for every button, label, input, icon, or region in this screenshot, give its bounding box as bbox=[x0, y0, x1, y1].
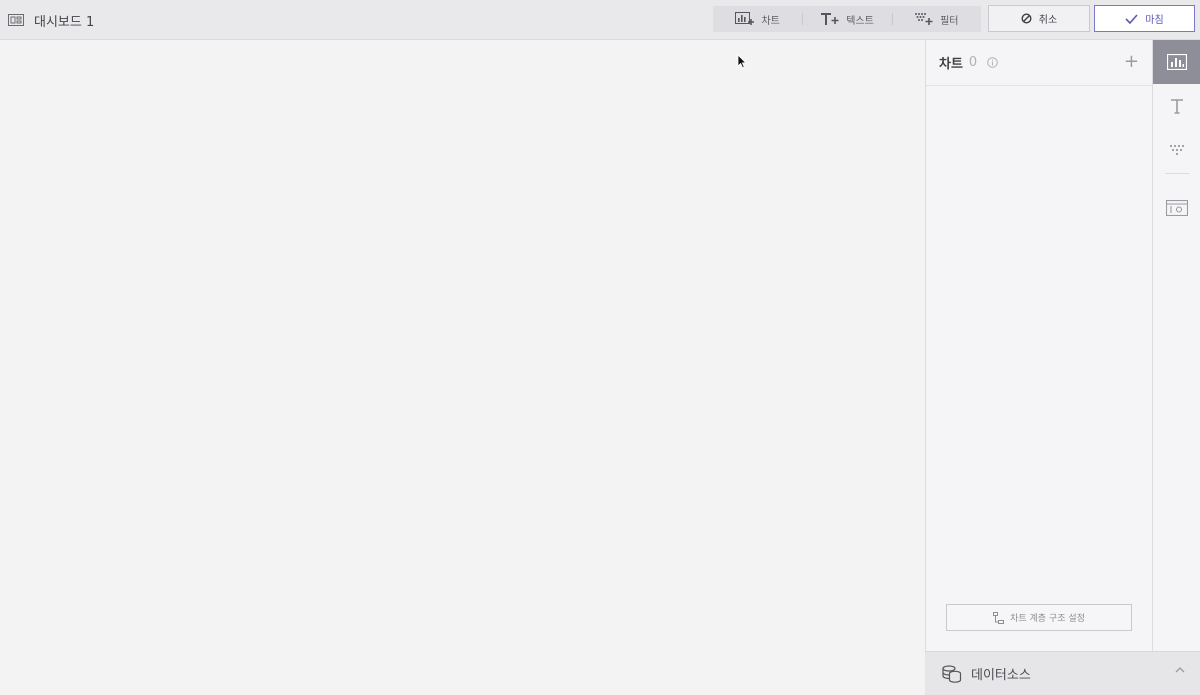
add-tools-group: 차트 텍스트 필터 bbox=[713, 6, 981, 32]
chevron-up-icon[interactable] bbox=[1175, 666, 1185, 674]
database-icon bbox=[942, 664, 962, 683]
add-filter-button[interactable]: 필터 bbox=[891, 6, 981, 32]
chart-add-icon bbox=[735, 12, 755, 25]
dashboard-title[interactable]: 대시보드 1 bbox=[34, 11, 94, 30]
dashboard-canvas[interactable] bbox=[0, 41, 925, 695]
add-filter-label: 필터 bbox=[940, 15, 959, 27]
add-chart-plus-button[interactable]: + bbox=[1124, 53, 1139, 71]
widget-settings-icon bbox=[1165, 200, 1188, 216]
dashboard-icon bbox=[8, 14, 24, 26]
text-icon bbox=[1170, 99, 1183, 114]
chart-hierarchy-button[interactable]: 차트 계층 구조 설정 bbox=[946, 604, 1132, 631]
side-tab-widget-settings[interactable] bbox=[1153, 186, 1200, 230]
datasource-bar[interactable]: 데이터소스 bbox=[925, 651, 1200, 695]
chart-icon bbox=[1166, 54, 1187, 70]
dashboard-title-area: 대시보드 1 bbox=[8, 10, 94, 30]
add-chart-label: 차트 bbox=[761, 15, 780, 27]
side-tab-filter[interactable] bbox=[1153, 128, 1200, 172]
add-chart-button[interactable]: 차트 bbox=[713, 6, 802, 32]
side-tab-divider bbox=[1164, 173, 1189, 174]
panel-title: 차트 bbox=[939, 57, 963, 72]
hierarchy-icon bbox=[993, 611, 1005, 624]
side-tab-text[interactable] bbox=[1153, 84, 1200, 128]
chart-hierarchy-label: 차트 계층 구조 설정 bbox=[1010, 614, 1085, 624]
chart-list-panel: 차트 0 + 차트 계층 구조 설정 bbox=[925, 40, 1153, 651]
check-icon bbox=[1125, 13, 1138, 24]
cancel-icon bbox=[1021, 13, 1032, 24]
datasource-label: 데이터소스 bbox=[971, 668, 1031, 683]
cancel-button[interactable]: 취소 bbox=[988, 5, 1090, 32]
text-add-icon bbox=[821, 13, 839, 25]
filter-add-icon bbox=[915, 13, 933, 25]
side-tab-bar bbox=[1153, 40, 1200, 651]
filter-icon bbox=[1169, 144, 1184, 156]
add-text-button[interactable]: 텍스트 bbox=[802, 6, 891, 32]
cancel-label: 취소 bbox=[1038, 15, 1058, 26]
mouse-cursor-icon bbox=[737, 54, 747, 69]
info-icon[interactable] bbox=[987, 57, 999, 68]
done-button[interactable]: 마침 bbox=[1094, 5, 1195, 32]
top-toolbar: 대시보드 1 차트 텍스트 필터 취소 마침 bbox=[0, 0, 1200, 40]
chart-count: 0 bbox=[968, 55, 978, 70]
side-tab-chart[interactable] bbox=[1153, 40, 1200, 84]
done-label: 마침 bbox=[1145, 15, 1164, 26]
add-text-label: 텍스트 bbox=[846, 15, 874, 27]
panel-header: 차트 0 + bbox=[926, 40, 1152, 86]
